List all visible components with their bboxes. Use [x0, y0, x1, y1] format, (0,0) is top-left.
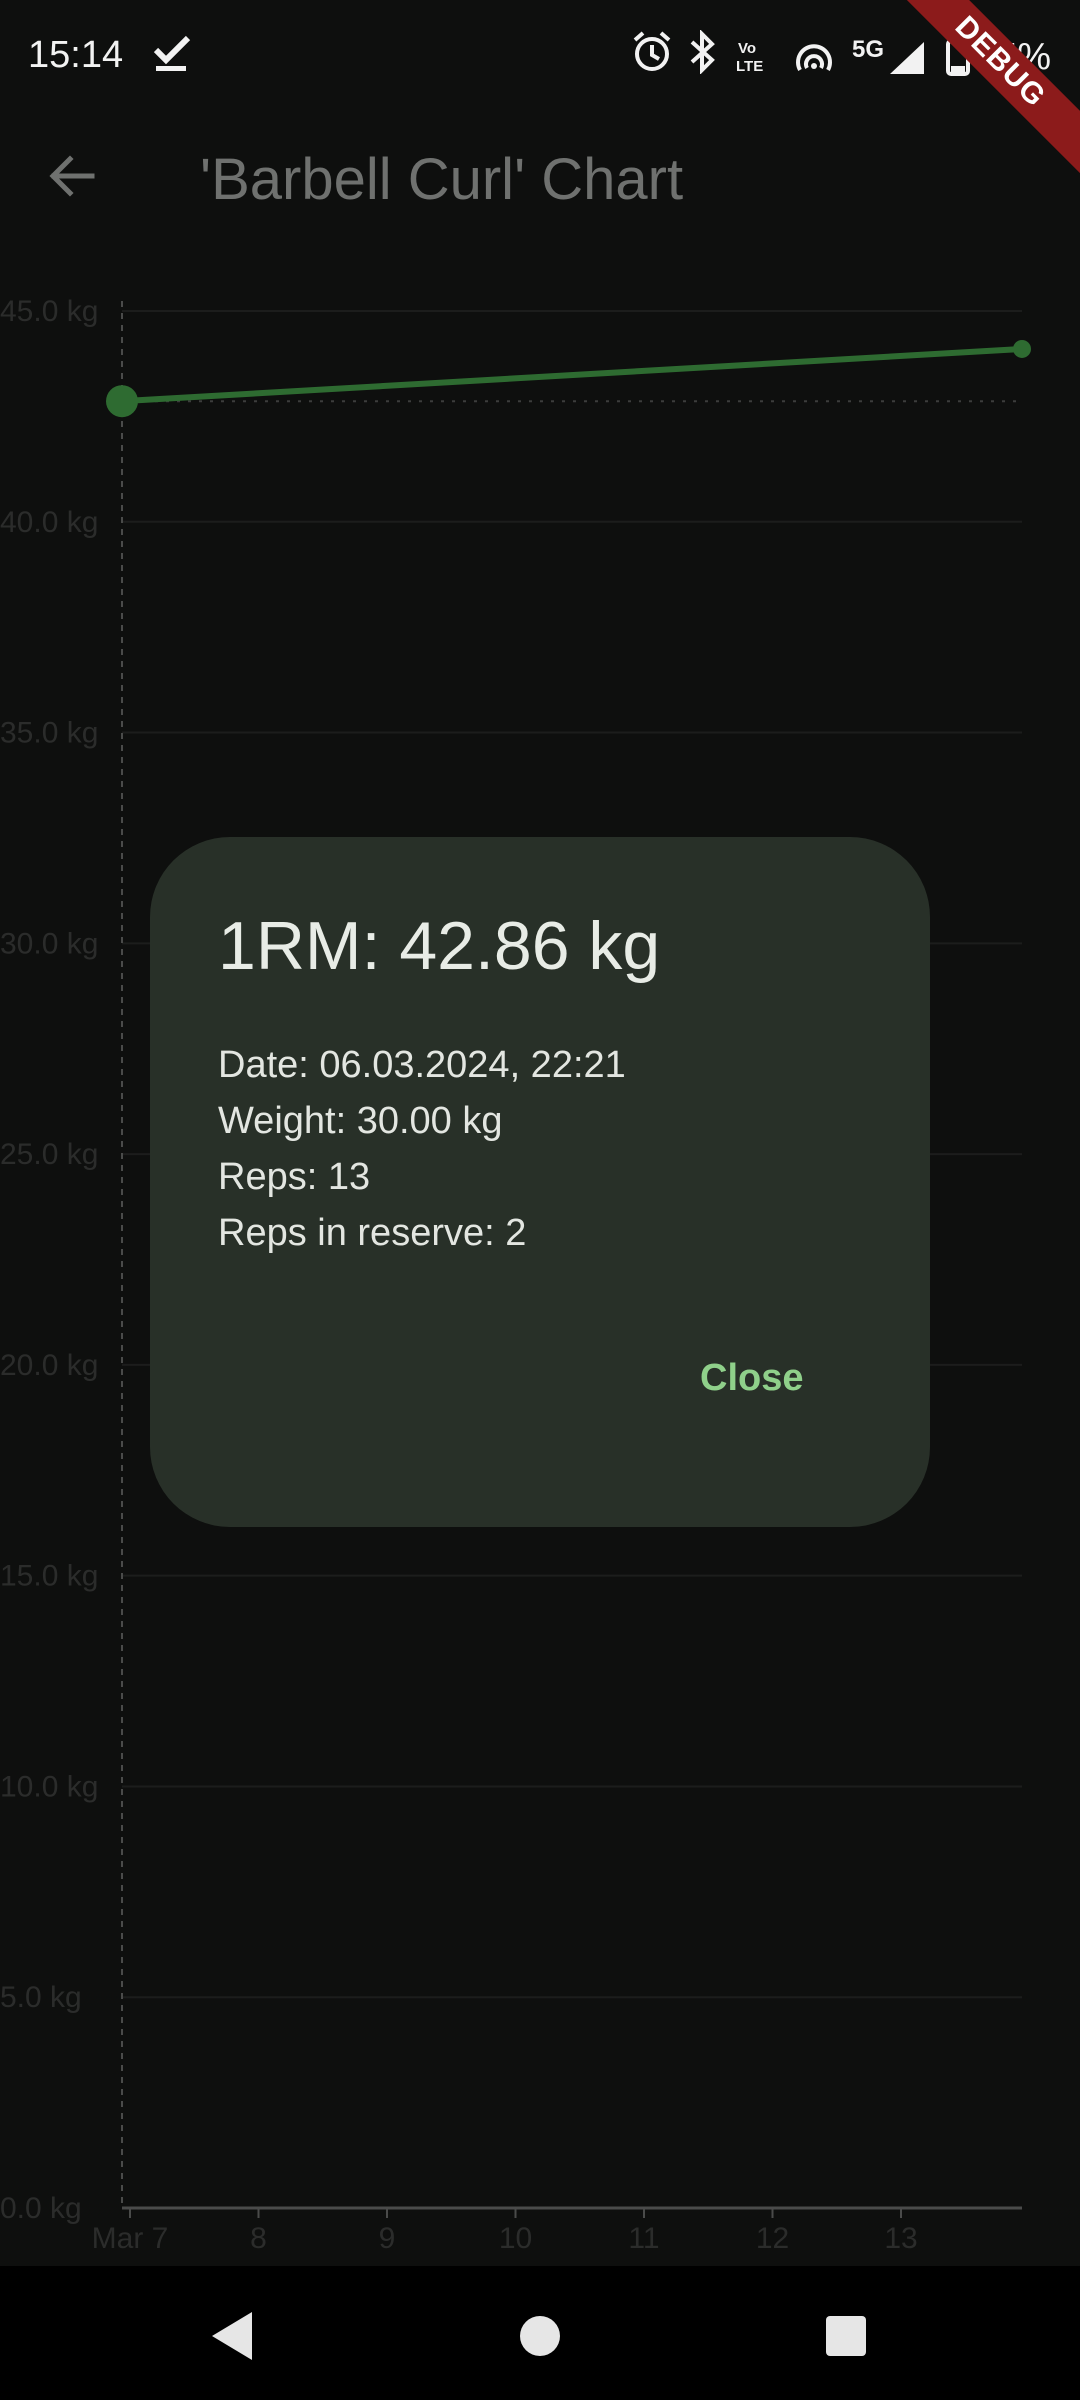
dialog-weight: Weight: 30.00 kg [218, 1100, 503, 1142]
svg-text:LTE: LTE [736, 58, 763, 74]
nav-home-button[interactable] [510, 2306, 570, 2366]
recents-square-icon [826, 2316, 866, 2356]
checkmark-icon [152, 34, 192, 79]
dialog-reps-in-reserve: Reps in reserve: 2 [218, 1212, 527, 1254]
hotspot-icon [794, 38, 834, 79]
dialog-reps: Reps: 13 [218, 1156, 371, 1198]
system-nav-bar [0, 2266, 1080, 2400]
svg-text:Vo: Vo [738, 40, 756, 57]
volte-icon: Vo LTE [734, 38, 778, 79]
back-triangle-icon [212, 2312, 252, 2360]
home-circle-icon [520, 2316, 560, 2356]
network-type: 5G [852, 36, 885, 63]
status-bar: 15:14 Vo LTE 5G [0, 0, 1080, 116]
nav-recents-button[interactable] [816, 2306, 876, 2366]
status-time: 15:14 [28, 34, 124, 76]
nav-back-button[interactable] [204, 2306, 264, 2366]
signal-icon [888, 40, 926, 81]
data-point-dialog: 1RM: 42.86 kg Date: 06.03.2024, 22:21 We… [150, 837, 930, 1527]
dialog-date: Date: 06.03.2024, 22:21 [218, 1044, 626, 1086]
dialog-body: Date: 06.03.2024, 22:21 Weight: 30.00 kg… [218, 1037, 626, 1261]
close-button[interactable]: Close [700, 1357, 803, 1400]
alarm-icon [632, 30, 672, 79]
dialog-title: 1RM: 42.86 kg [218, 908, 661, 984]
bluetooth-icon [688, 29, 718, 79]
